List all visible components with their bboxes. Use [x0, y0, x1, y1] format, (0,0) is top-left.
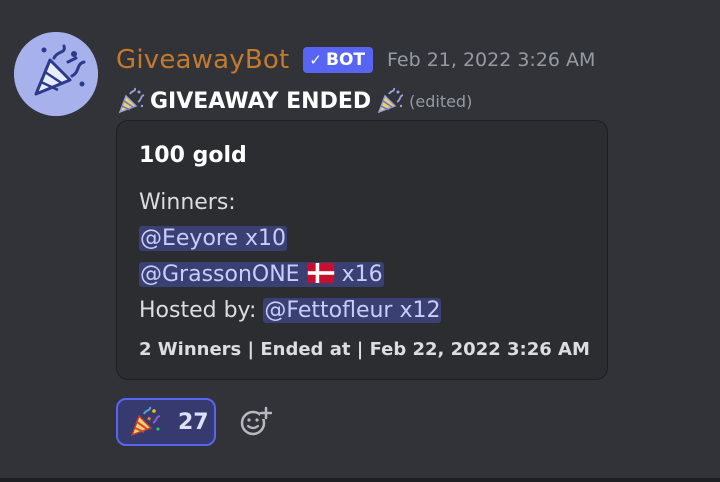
chat-message: GiveawayBot ✓ BOT Feb 21, 2022 3:26 AM G…	[0, 0, 720, 482]
winner-row: @GrassonONE x16	[139, 257, 441, 293]
winners-label: Winners:	[139, 190, 236, 215]
embed-title: 100 gold	[139, 143, 247, 168]
party-popper-avatar-icon	[14, 32, 98, 116]
winner-row: @Eeyore x10	[139, 221, 441, 257]
message-header: GiveawayBot ✓ BOT Feb 21, 2022 3:26 AM	[116, 40, 595, 80]
winner-mention[interactable]: @GrassonONE x16	[139, 262, 384, 287]
edited-marker: (edited)	[409, 91, 473, 111]
author-name[interactable]: GiveawayBot	[116, 45, 289, 75]
embed-footer: 2 Winners | Ended at | Feb 22, 2022 3:26…	[139, 339, 590, 360]
embed-description: Winners: @Eeyore x10 @GrassonONE x16 Host…	[139, 185, 442, 329]
reaction-party-popper[interactable]: 27	[116, 398, 216, 446]
check-icon: ✓	[309, 51, 322, 69]
party-popper-icon	[130, 406, 161, 437]
reactions-bar: 27	[116, 398, 272, 446]
party-popper-icon	[118, 87, 145, 114]
bot-tag: ✓ BOT	[303, 47, 374, 73]
bot-tag-label: BOT	[326, 50, 366, 70]
winner-mention[interactable]: @Eeyore x10	[139, 226, 288, 251]
message-timestamp[interactable]: Feb 21, 2022 3:26 AM	[387, 49, 595, 71]
giveaway-title: GIVEAWAY ENDED	[150, 88, 372, 114]
reaction-count: 27	[178, 409, 209, 435]
add-reaction-icon[interactable]	[238, 405, 272, 439]
party-popper-icon	[377, 87, 404, 114]
bot-avatar[interactable]	[14, 32, 98, 116]
message-content: GIVEAWAY ENDED (edited)	[116, 84, 472, 118]
denmark-flag-icon	[307, 263, 334, 283]
hosted-by-label: Hosted by:	[139, 298, 257, 323]
host-mention[interactable]: @Fettofleur x12	[263, 298, 442, 323]
giveaway-embed: 100 gold Winners: @Eeyore x10 @GrassonON…	[116, 120, 608, 380]
hosted-by-row: Hosted by: @Fettofleur x12	[139, 293, 442, 329]
next-message-edge	[0, 478, 720, 482]
